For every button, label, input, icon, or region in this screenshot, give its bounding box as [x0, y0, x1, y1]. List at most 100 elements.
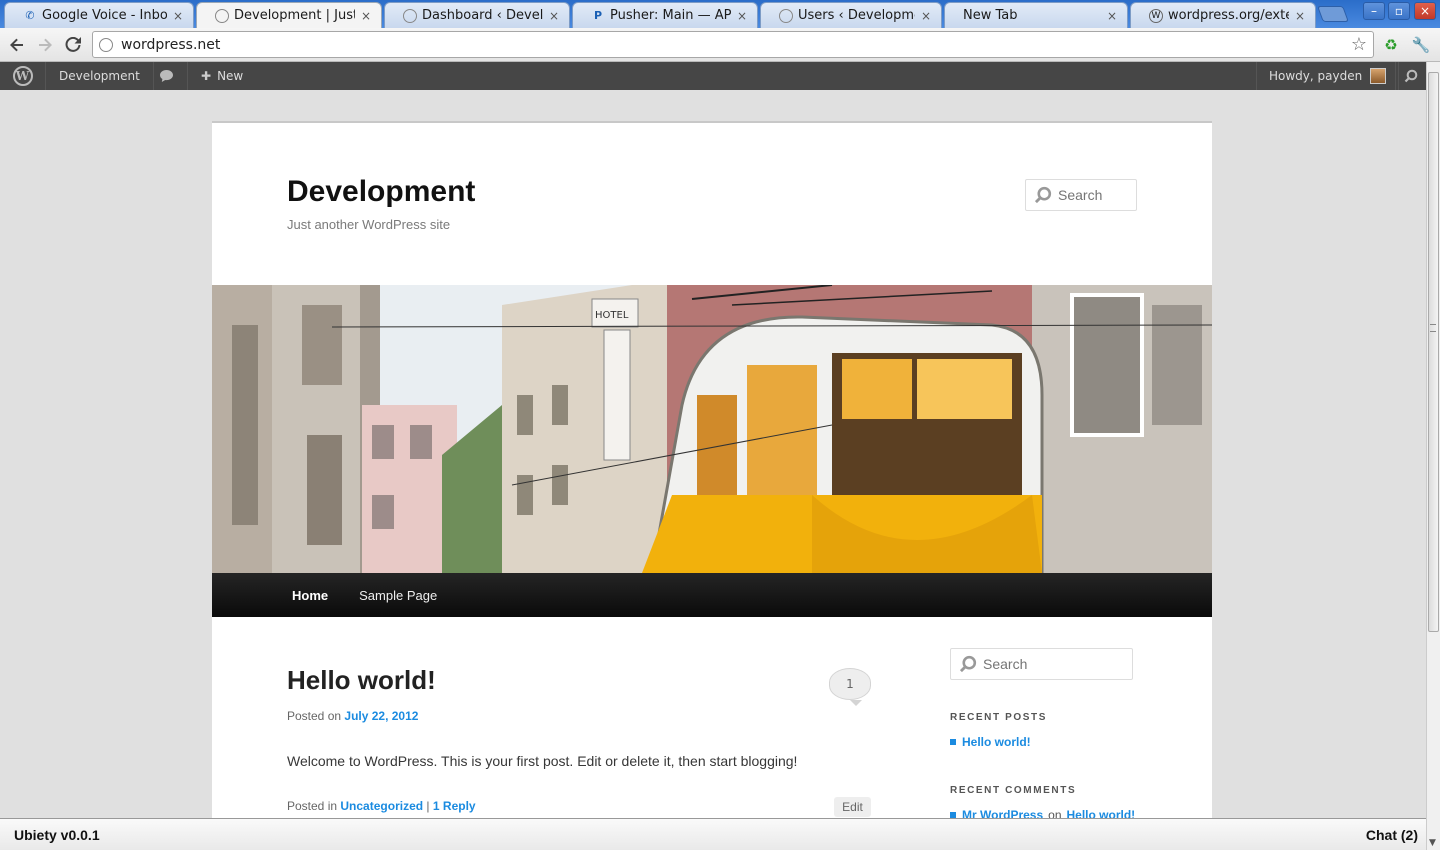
close-window-button[interactable]: × — [1414, 2, 1436, 20]
sidebar-search-input[interactable] — [983, 656, 1123, 672]
back-button[interactable] — [5, 33, 29, 57]
recent-posts-title: RECENT POSTS — [950, 712, 1047, 723]
wp-admin-bar: W Development ✚ New Howdy, payden — [0, 62, 1426, 90]
tab-close-icon[interactable]: × — [549, 9, 561, 23]
new-content-menu[interactable]: ✚ New — [188, 62, 256, 90]
chat-toggle-button[interactable]: Chat (2) — [1366, 827, 1418, 843]
tab-label: Development | Just another WordPress sit… — [234, 8, 355, 23]
minimize-button[interactable]: – — [1363, 2, 1385, 20]
tab-label: Users ‹ Development — WordPress — [798, 8, 915, 23]
posted-in-label: Posted in — [287, 799, 338, 813]
browser-tab-google-voice[interactable]: ✆ Google Voice - Inbox × — [4, 2, 194, 28]
globe-icon — [403, 8, 417, 23]
tab-close-icon[interactable]: × — [921, 9, 933, 23]
browser-toolbar: wordpress.net ☆ ♻ 🔧 — [0, 28, 1440, 62]
address-bar[interactable]: wordpress.net ☆ — [92, 31, 1374, 58]
comment-icon — [160, 70, 173, 82]
recent-posts-item: Hello world! — [950, 735, 1031, 749]
extension-icon[interactable]: ♻ — [1381, 35, 1401, 55]
site-title[interactable]: Development — [287, 175, 475, 209]
globe-icon — [779, 8, 793, 23]
my-account-menu[interactable]: Howdy, payden — [1256, 62, 1400, 90]
post-footer-meta: Posted in Uncategorized | 1 Reply — [287, 799, 476, 813]
nav-item-sample-page[interactable]: Sample Page — [349, 573, 447, 617]
new-label: New — [217, 69, 244, 83]
tab-close-icon[interactable]: × — [1107, 9, 1119, 23]
tab-label: wordpress.org/extend/plugins — [1168, 8, 1289, 23]
forward-arrow-icon — [39, 38, 52, 52]
edit-post-button[interactable]: Edit — [834, 797, 871, 817]
browser-tab-new-tab[interactable]: New Tab × — [944, 2, 1128, 28]
forward-button[interactable] — [33, 33, 57, 57]
reload-icon — [65, 37, 81, 52]
tab-close-icon[interactable]: × — [361, 9, 373, 23]
howdy-label: Howdy, payden — [1269, 69, 1363, 83]
post-date-link[interactable]: July 22, 2012 — [344, 709, 418, 723]
browser-tab-development[interactable]: Development | Just another WordPress sit… — [196, 2, 382, 28]
site-name-menu[interactable]: Development — [46, 62, 154, 90]
globe-icon — [99, 37, 113, 52]
posted-on-label: Posted on — [287, 709, 342, 723]
wordpress-page: Development Just another WordPress site — [212, 121, 1212, 850]
site-name-label: Development — [59, 69, 140, 83]
tab-label: Google Voice - Inbox — [42, 8, 167, 23]
header-search-field[interactable] — [1025, 179, 1137, 211]
nav-item-home[interactable]: Home — [282, 573, 338, 617]
tab-close-icon[interactable]: × — [1295, 9, 1307, 23]
back-arrow-icon — [10, 38, 23, 52]
wp-logo-menu[interactable]: W — [0, 62, 46, 90]
new-tab-button[interactable] — [1317, 6, 1349, 22]
ubiety-app-name: Ubiety v0.0.1 — [14, 826, 100, 843]
url-text: wordpress.net — [121, 36, 221, 53]
browser-tab-dashboard[interactable]: Dashboard ‹ Development — WordPress × — [384, 2, 570, 28]
bullet-icon — [950, 739, 956, 745]
post-title[interactable]: Hello world! — [287, 665, 436, 696]
adminbar-search[interactable] — [1395, 62, 1426, 90]
recent-post-link[interactable]: Hello world! — [962, 735, 1031, 749]
pusher-icon: P — [593, 9, 603, 22]
globe-icon — [215, 8, 229, 23]
search-icon — [1034, 186, 1052, 204]
browser-tabstrip: ✆ Google Voice - Inbox × Development | J… — [0, 0, 1440, 28]
main-navigation: Home Sample Page — [212, 573, 1212, 617]
vertical-scrollbar[interactable]: ▼ — [1426, 62, 1440, 850]
header-search-input[interactable] — [1058, 187, 1128, 203]
reload-button[interactable] — [61, 33, 85, 57]
tab-label: Pusher: Main — API Access — [610, 8, 731, 23]
tab-label: Dashboard ‹ Development — WordPress — [422, 8, 543, 23]
avatar — [1370, 68, 1387, 84]
replies-link[interactable]: 1 Reply — [433, 799, 476, 813]
search-icon — [959, 655, 977, 673]
scroll-down-arrow-icon[interactable]: ▼ — [1429, 838, 1436, 848]
browser-tab-wordpress-org[interactable]: W wordpress.org/extend/plugins × — [1130, 2, 1316, 28]
svg-text:HOTEL: HOTEL — [595, 310, 629, 321]
comment-count-bubble[interactable]: 1 — [829, 668, 871, 706]
tab-close-icon[interactable]: × — [173, 9, 185, 23]
post-content: Welcome to WordPress. This is your first… — [287, 753, 798, 769]
browser-tab-pusher[interactable]: P Pusher: Main — API Access × — [572, 2, 758, 28]
browser-tab-users[interactable]: Users ‹ Development — WordPress × — [760, 2, 942, 28]
tram-street-photo: HOTEL — [212, 285, 1212, 573]
site-description: Just another WordPress site — [287, 217, 451, 232]
tab-label: New Tab — [963, 8, 1018, 23]
comment-count: 1 — [846, 677, 854, 691]
wordpress-logo-icon: W — [12, 66, 33, 86]
wordpress-icon: W — [1149, 8, 1163, 23]
meta-separator: | — [426, 799, 430, 813]
plus-icon: ✚ — [201, 69, 212, 83]
recent-comments-title: RECENT COMMENTS — [950, 785, 1077, 796]
category-link[interactable]: Uncategorized — [340, 799, 423, 813]
restore-button[interactable]: ▫ — [1388, 2, 1410, 20]
scrollbar-thumb[interactable] — [1428, 72, 1439, 632]
comments-menu[interactable] — [146, 62, 188, 90]
sidebar-search-field[interactable] — [950, 648, 1133, 680]
scrollbar-grip — [1430, 324, 1436, 332]
bookmark-star-icon[interactable]: ☆ — [1351, 34, 1367, 55]
ubiety-chat-bar: Ubiety v0.0.1 Chat (2) — [0, 818, 1426, 850]
phone-icon: ✆ — [25, 9, 35, 22]
tab-close-icon[interactable]: × — [737, 9, 749, 23]
search-icon — [1404, 69, 1418, 83]
wrench-icon[interactable]: 🔧 — [1411, 35, 1431, 55]
header-image: HOTEL — [212, 285, 1212, 573]
post-meta: Posted on July 22, 2012 — [287, 709, 418, 723]
